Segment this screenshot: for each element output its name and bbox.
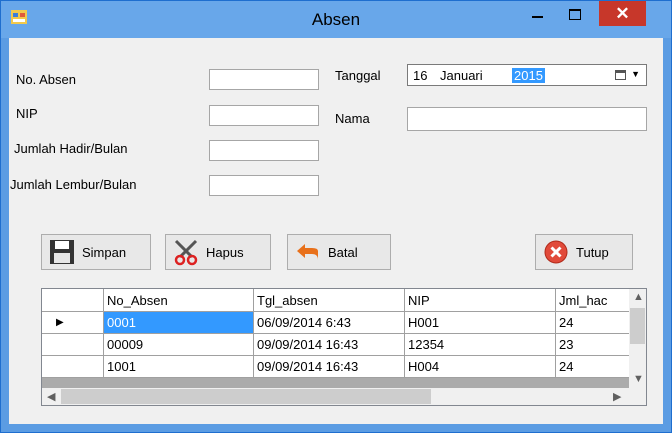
tanggal-label: Tanggal bbox=[335, 68, 381, 83]
hapus-label: Hapus bbox=[206, 244, 244, 260]
calendar-icon[interactable] bbox=[615, 70, 626, 80]
undo-arrow-icon bbox=[294, 238, 322, 266]
jumlah-lembur-input[interactable] bbox=[209, 175, 319, 196]
column-header-nip[interactable]: NIP bbox=[404, 289, 556, 312]
maximize-button[interactable] bbox=[561, 1, 589, 27]
table-cell[interactable]: 09/09/2014 16:43 bbox=[253, 355, 405, 378]
scrollbar-corner bbox=[629, 388, 646, 405]
column-header-jml-hadir[interactable]: Jml_hac bbox=[555, 289, 630, 312]
tanggal-datepicker[interactable]: 16 Januari 2015 ▼ bbox=[407, 64, 647, 86]
scroll-up-icon[interactable]: ▲ bbox=[633, 291, 644, 303]
nama-input[interactable] bbox=[407, 107, 647, 131]
tanggal-month: Januari bbox=[440, 68, 483, 83]
jumlah-hadir-input[interactable] bbox=[209, 140, 319, 161]
no-absen-input[interactable] bbox=[209, 69, 319, 90]
tutup-button[interactable]: Tutup bbox=[535, 234, 633, 270]
table-cell[interactable]: 23 bbox=[555, 333, 630, 356]
table-cell[interactable]: 24 bbox=[555, 311, 630, 334]
maximize-icon bbox=[569, 8, 581, 20]
current-row-indicator: ▶ bbox=[42, 311, 104, 334]
scissors-icon bbox=[172, 238, 200, 266]
batal-label: Batal bbox=[328, 244, 358, 260]
table-cell[interactable]: 06/09/2014 6:43 bbox=[253, 311, 405, 334]
row-header-corner bbox=[42, 289, 104, 312]
vertical-scroll-thumb[interactable] bbox=[630, 308, 645, 344]
tutup-label: Tutup bbox=[576, 244, 609, 260]
table-row[interactable]: ▶ 0001 06/09/2014 6:43 H001 24 bbox=[42, 311, 630, 334]
scroll-down-icon[interactable]: ▼ bbox=[633, 373, 644, 385]
absen-window: Absen ✕ No. Absen NIP Jumlah Hadir/Bulan… bbox=[0, 0, 672, 433]
table-cell[interactable]: H004 bbox=[404, 355, 556, 378]
column-header-tgl-absen[interactable]: Tgl_absen bbox=[253, 289, 405, 312]
minimize-icon bbox=[531, 16, 543, 18]
column-header-no-absen[interactable]: No_Absen bbox=[103, 289, 254, 312]
nip-input[interactable] bbox=[209, 105, 319, 126]
tanggal-year: 2015 bbox=[512, 68, 545, 83]
no-absen-label: No. Absen bbox=[16, 72, 76, 87]
row-header[interactable] bbox=[42, 333, 104, 356]
nip-label: NIP bbox=[16, 106, 38, 121]
chevron-down-icon[interactable]: ▼ bbox=[631, 69, 640, 79]
simpan-button[interactable]: Simpan bbox=[41, 234, 151, 270]
form-client-area: No. Absen NIP Jumlah Hadir/Bulan Jumlah … bbox=[9, 38, 663, 424]
vertical-scrollbar[interactable]: ▲ ▼ bbox=[629, 289, 646, 389]
close-circle-icon bbox=[542, 238, 570, 266]
save-floppy-icon bbox=[48, 238, 76, 266]
table-row[interactable]: 00009 09/09/2014 16:43 12354 23 bbox=[42, 333, 630, 356]
minimize-button[interactable] bbox=[523, 1, 551, 27]
table-header-row: No_Absen Tgl_absen NIP Jml_hac bbox=[42, 289, 630, 312]
table-cell[interactable]: 09/09/2014 16:43 bbox=[253, 333, 405, 356]
table-cell[interactable]: 00009 bbox=[103, 333, 254, 356]
horizontal-scrollbar[interactable]: ◀ ▶ bbox=[42, 388, 629, 405]
absen-datagrid[interactable]: No_Absen Tgl_absen NIP Jml_hac ▶ 0001 06… bbox=[41, 288, 647, 406]
absen-table: No_Absen Tgl_absen NIP Jml_hac ▶ 0001 06… bbox=[42, 289, 630, 378]
table-cell[interactable]: 1001 bbox=[103, 355, 254, 378]
horizontal-scroll-thumb[interactable] bbox=[61, 389, 431, 404]
title-bar[interactable]: Absen ✕ bbox=[1, 1, 671, 38]
simpan-label: Simpan bbox=[82, 244, 127, 260]
table-cell[interactable]: 24 bbox=[555, 355, 630, 378]
table-row[interactable]: 1001 09/09/2014 16:43 H004 24 bbox=[42, 355, 630, 378]
table-cell[interactable]: 0001 bbox=[103, 311, 254, 334]
hapus-button[interactable]: Hapus bbox=[165, 234, 271, 270]
close-button[interactable]: ✕ bbox=[599, 1, 646, 26]
tanggal-day: 16 bbox=[413, 68, 428, 83]
table-cell[interactable]: H001 bbox=[404, 311, 556, 334]
jumlah-hadir-label: Jumlah Hadir/Bulan bbox=[14, 141, 128, 156]
jumlah-lembur-label: Jumlah Lembur/Bulan bbox=[10, 177, 137, 192]
row-header[interactable] bbox=[42, 355, 104, 378]
scroll-left-icon[interactable]: ◀ bbox=[47, 390, 55, 403]
batal-button[interactable]: Batal bbox=[287, 234, 391, 270]
scroll-right-icon[interactable]: ▶ bbox=[613, 390, 621, 403]
table-cell[interactable]: 12354 bbox=[404, 333, 556, 356]
nama-label: Nama bbox=[335, 111, 370, 126]
close-icon: ✕ bbox=[615, 3, 630, 23]
